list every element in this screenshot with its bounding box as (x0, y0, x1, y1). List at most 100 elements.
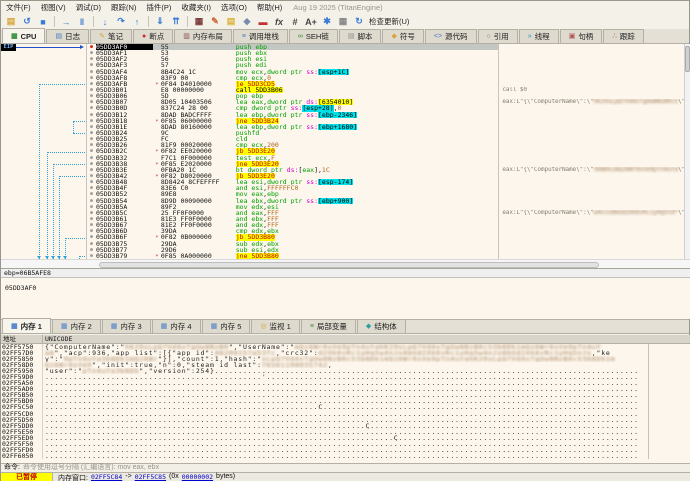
comment-icon[interactable]: ▤ (224, 15, 238, 28)
fx-icon[interactable]: fx (272, 15, 286, 28)
command-input-hint[interactable]: 命令使用逗号分隔 (汇编语言): mov eax, ebx (23, 464, 159, 472)
tab-label: 符号 (400, 31, 415, 42)
menu-item[interactable]: 帮助(H) (252, 1, 287, 14)
menu-item[interactable]: 调试(D) (71, 1, 106, 14)
paused-status-badge: 已暂停 (1, 473, 53, 481)
tab-label: 线程 (535, 31, 550, 42)
tab-icon: ▦ (111, 323, 118, 330)
tab-CPU[interactable]: ▦CPU (2, 28, 45, 43)
register-hint-strip: ebp=06B5AFE8 (1, 268, 690, 278)
tab-源代码[interactable]: <>源代码 (425, 29, 477, 43)
tab-icon: <> (434, 33, 442, 40)
preferences-icon[interactable]: ✱ (320, 15, 334, 28)
tab-label: 内存布局 (193, 31, 223, 42)
memory-dump-pane[interactable]: 地址 UNICODE 02FF5750{"ComputerName":"hK29… (1, 335, 690, 463)
tab-日志[interactable]: ▤日志 (46, 29, 89, 43)
menu-item[interactable]: 收藏夹(I) (176, 1, 216, 14)
step-into-icon[interactable]: ↓ (98, 15, 112, 28)
disassembly-vertical-scrollbar[interactable] (684, 44, 690, 259)
instruction-comment (498, 253, 684, 259)
menu-item[interactable]: 文件(F) (1, 1, 36, 14)
tab-线程[interactable]: »线程 (519, 29, 559, 43)
range-arrow: -> (125, 473, 131, 481)
execute-till-return-icon[interactable]: ↑ (130, 15, 144, 28)
dump-tab-监视 1[interactable]: ◎监视 1 (251, 319, 299, 333)
tab-断点[interactable]: ●断点 (133, 29, 173, 43)
toolbar: ▤↺■→‖↓↷↑⇓⇈▦✎▤◆▬fx#A+✱▦↻检查更新(U) (1, 14, 689, 29)
instruction-dot[interactable]: ● (87, 253, 96, 259)
memory-unicode-data: y":"9pTn4uYa3b8Dk1mQz6Wr"}],"count":1,"h… (43, 356, 649, 362)
tab-内存布局[interactable]: ▥内存布局 (174, 29, 232, 43)
memory-size-link[interactable]: 00000002 (182, 473, 213, 481)
update-icon[interactable]: ↻ (352, 15, 366, 28)
check-update-label[interactable]: 检查更新(U) (369, 16, 409, 27)
tab-调用堆栈[interactable]: ≡调用堆栈 (233, 29, 288, 43)
tab-SEH链[interactable]: ∞SEH链 (289, 29, 338, 43)
dump-tab-内存 1[interactable]: ▦内存 1 (2, 318, 51, 333)
restart-icon[interactable]: ↺ (20, 15, 34, 28)
memory-row[interactable]: 02FF6050................................… (1, 453, 690, 459)
calculator-icon[interactable]: ▦ (336, 15, 350, 28)
step-over-icon[interactable]: ↷ (114, 15, 128, 28)
tab-icon: ▣ (569, 33, 576, 40)
menu-bar: 文件(F)视图(V)调试(D)跟踪(N)插件(P)收藏夹(I)选项(O)帮助(H… (1, 1, 689, 14)
instruction-bytes: 0F85 0A000000 (161, 253, 236, 259)
disasm-row[interactable]: ●05DD3B79▾0F85 0A000000jne 5DD3B80 (87, 253, 684, 259)
view-tab-bar: ▦CPU▤日志✎笔记●断点▥内存布局≡调用堆栈∞SEH链▤脚本◆符号<>源代码○… (1, 29, 689, 44)
eip-arrow-head (80, 45, 84, 49)
label-icon[interactable]: ◆ (240, 15, 254, 28)
command-bar[interactable]: 命令: 命令使用逗号分隔 (汇编语言): mov eax, ebx (1, 463, 690, 472)
eraser-icon[interactable]: ▬ (256, 15, 270, 28)
menu-item[interactable]: 跟踪(N) (106, 1, 141, 14)
dump-tab-bar: ▦内存 1▦内存 2▦内存 3▦内存 4▦内存 5◎监视 1≡局部变量◆结构体 (1, 319, 689, 334)
disassembly-pane[interactable]: EIP ●05DD3AF055push ebp●05DD3AF153push e… (1, 44, 690, 268)
run-to-user-code-icon[interactable]: ⇈ (169, 15, 183, 28)
menu-item[interactable]: 选项(O) (216, 1, 252, 14)
tab-icon: ≡ (242, 33, 246, 40)
dump-tab-结构体[interactable]: ◆结构体 (357, 319, 406, 333)
scrollbar-thumb[interactable] (685, 46, 690, 72)
font-icon[interactable]: A+ (304, 15, 318, 28)
dump-tab-局部变量[interactable]: ≡局部变量 (301, 319, 356, 333)
hash-icon[interactable]: # (288, 15, 302, 28)
memory-range-end-link[interactable]: 02FF5C85 (135, 473, 166, 481)
disassembly-horizontal-scrollbar[interactable] (1, 259, 690, 268)
memory-range-start-link[interactable]: 02FF5C84 (91, 473, 122, 481)
memory-unicode-data: ........................................… (43, 453, 649, 459)
memory-map-icon[interactable]: ▦ (192, 15, 206, 28)
tab-icon: ▤ (348, 33, 355, 40)
trace-into-icon[interactable]: ⇓ (153, 15, 167, 28)
pause-icon[interactable]: ‖ (75, 15, 89, 28)
tab-引用[interactable]: ○引用 (478, 29, 518, 43)
tab-icon: » (528, 33, 532, 40)
jump-line-gutter: EIP (1, 44, 86, 259)
memory-row[interactable]: 02FF5850y":"9pTn4uYa3b8Dk1mQz6Wr"}],"cou… (1, 356, 690, 362)
dump-tab-内存 2[interactable]: ▦内存 2 (52, 319, 101, 333)
dump-tab-内存 5[interactable]: ▦内存 5 (202, 319, 251, 333)
tab-笔记[interactable]: ✎笔记 (90, 29, 132, 43)
open-file-icon[interactable]: ▤ (4, 15, 18, 28)
size-open: (0x (169, 473, 179, 481)
run-icon[interactable]: → (59, 15, 73, 28)
tab-符号[interactable]: ◆符号 (382, 29, 423, 43)
menu-item[interactable]: 插件(P) (141, 1, 176, 14)
tab-句柄[interactable]: ▣句柄 (560, 29, 603, 43)
memory-window-label: 内存窗口: (58, 473, 88, 481)
tab-icon: ∴ (612, 33, 616, 40)
menu-item[interactable]: 视图(V) (36, 1, 71, 14)
toolbar-separator (93, 16, 94, 27)
toolbar-separator (148, 16, 149, 27)
dump-tab-内存 4[interactable]: ▦内存 4 (152, 319, 201, 333)
scrollbar-thumb[interactable] (99, 262, 599, 268)
stop-icon[interactable]: ■ (36, 15, 50, 28)
jump-direction-marker: ▾ (153, 253, 161, 259)
tab-icon: ▦ (211, 323, 218, 330)
disassembly-rows: ●05DD3AF055push ebp●05DD3AF153push ebx●0… (86, 44, 684, 259)
dump-tab-内存 3[interactable]: ▦内存 3 (102, 319, 151, 333)
patch-icon[interactable]: ✎ (208, 15, 222, 28)
tab-脚本[interactable]: ▤脚本 (339, 29, 382, 43)
tab-跟踪[interactable]: ∴跟踪 (603, 29, 643, 43)
tab-icon: ≡ (310, 323, 314, 330)
tab-label: 调用堆栈 (249, 31, 279, 42)
tab-icon: ▦ (11, 323, 18, 330)
